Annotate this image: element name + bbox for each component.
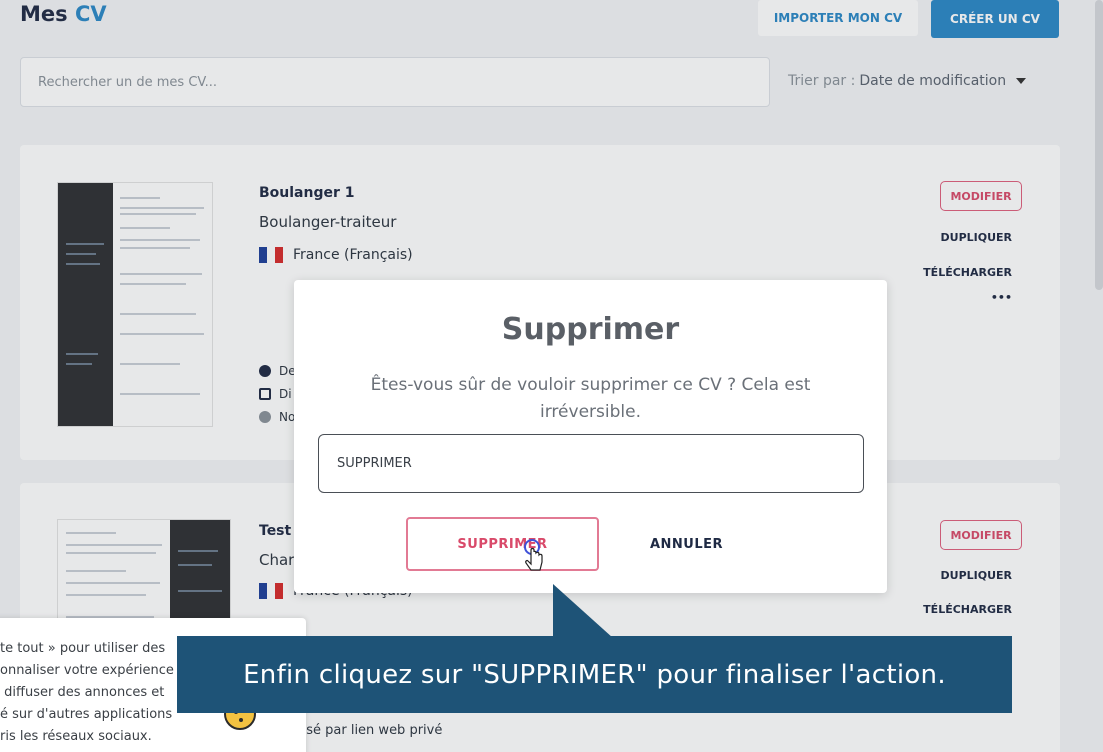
delete-modal: Supprimer Êtes-vous sûr de vouloir suppr… <box>294 280 887 593</box>
caption-pointer <box>553 584 613 638</box>
modal-title: Supprimer <box>501 312 680 347</box>
modal-message: Êtes-vous sûr de vouloir supprimer ce CV… <box>370 375 811 422</box>
confirm-delete-button[interactable]: SUPPRIMER <box>406 517 599 571</box>
hand-cursor-icon <box>524 539 543 571</box>
cancel-button[interactable]: ANNULER <box>629 517 744 571</box>
scrollbar[interactable] <box>1095 0 1103 290</box>
confirm-delete-input[interactable] <box>318 434 864 493</box>
tutorial-caption: Enfin cliquez sur "SUPPRIMER" pour final… <box>177 636 1012 713</box>
